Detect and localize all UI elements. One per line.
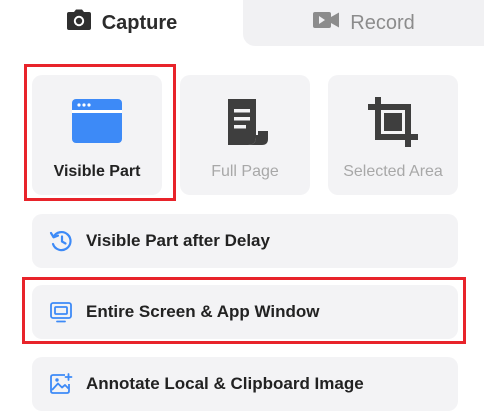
video-camera-icon	[312, 11, 340, 35]
windows-icon	[48, 299, 74, 325]
selected-area-label: Selected Area	[343, 163, 443, 180]
selected-area-card[interactable]: Selected Area	[328, 75, 458, 195]
browser-window-icon	[32, 95, 162, 149]
timer-icon	[48, 228, 74, 254]
annotate-local-clipboard-label: Annotate Local & Clipboard Image	[86, 374, 364, 393]
entire-screen-app-window-option[interactable]: Entire Screen & App Window	[32, 285, 458, 339]
full-page-label: Full Page	[211, 163, 279, 180]
tab-capture[interactable]: Capture	[0, 0, 243, 46]
visible-part-card[interactable]: Visible Part	[32, 75, 162, 195]
visible-part-after-delay-option[interactable]: Visible Part after Delay	[32, 214, 458, 268]
annotate-local-clipboard-option[interactable]: Annotate Local & Clipboard Image	[32, 357, 458, 411]
visible-part-after-delay-label: Visible Part after Delay	[86, 231, 270, 250]
full-page-card[interactable]: Full Page	[180, 75, 310, 195]
tab-record[interactable]: Record	[243, 0, 484, 46]
tab-capture-label: Capture	[101, 11, 178, 34]
camera-icon	[66, 9, 92, 37]
entire-screen-app-window-label: Entire Screen & App Window	[86, 302, 320, 321]
image-edit-icon	[48, 371, 74, 397]
tab-record-label: Record	[350, 11, 415, 34]
scroll-icon	[180, 95, 310, 149]
visible-part-label: Visible Part	[53, 163, 141, 180]
crop-icon	[328, 95, 458, 149]
